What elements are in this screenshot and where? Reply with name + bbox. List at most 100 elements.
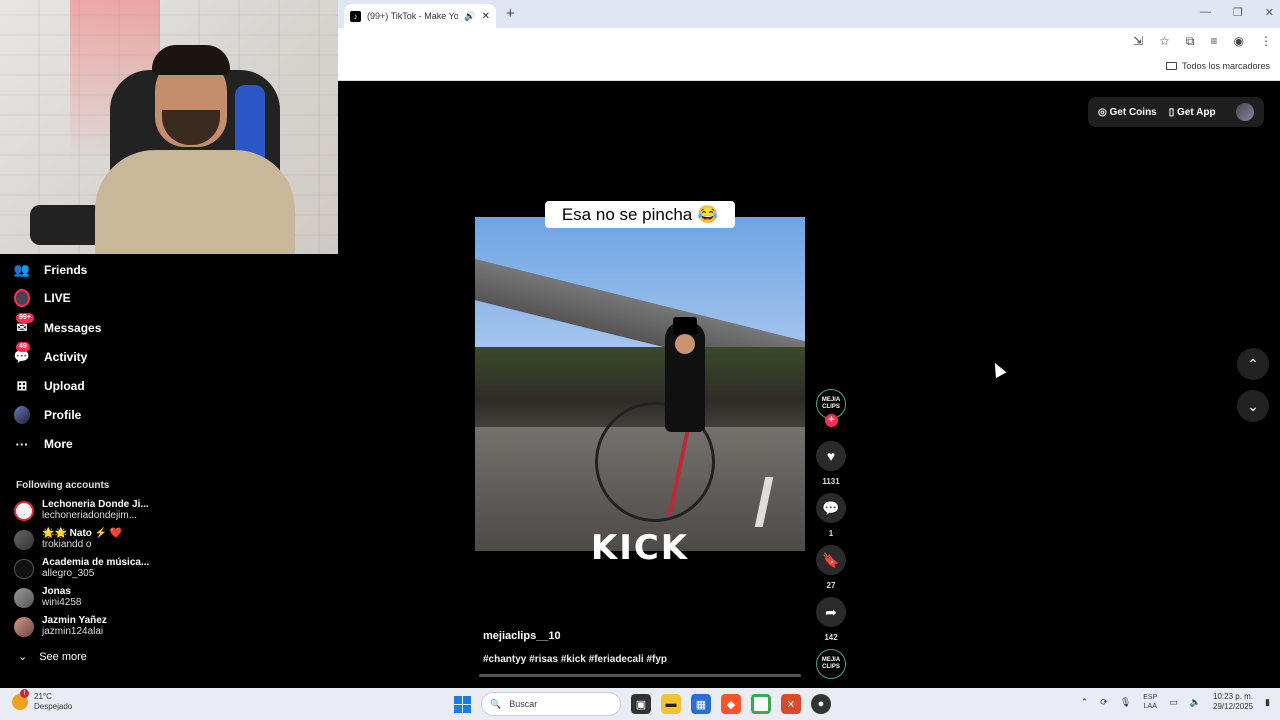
new-tab-button[interactable]: + — [506, 5, 515, 22]
folder-icon — [1165, 62, 1177, 70]
activity-badge: 49 — [16, 342, 30, 352]
screen: ♪ (99+) TikTok - Make Your D... 🔊 ✕ + — … — [0, 0, 1280, 720]
sidebar-item-upload[interactable]: ⊞ Upload — [14, 378, 85, 394]
following-account[interactable]: Jonas wini4258 — [14, 586, 81, 608]
sidebar-item-live[interactable]: LIVE — [14, 289, 71, 307]
friends-icon: 👥 — [13, 262, 31, 277]
weather-widget[interactable]: ! 21°C Despejado — [12, 689, 73, 712]
sidebar-item-label: Activity — [44, 350, 88, 364]
microphone-icon[interactable]: 🎙 — [1120, 697, 1131, 708]
music-disc[interactable]: MEJIA CLIPS — [816, 649, 846, 679]
chevron-up-icon: ⌃ — [1247, 355, 1259, 372]
taskbar-search[interactable]: 🔍 Buscar — [481, 692, 621, 716]
comment-count: 1 — [828, 529, 834, 538]
share-button[interactable]: ➦ — [816, 597, 846, 627]
following-account[interactable]: Lechoneria Donde Ji... lechoneriadondeji… — [14, 499, 149, 521]
account-name: Jonas — [42, 586, 71, 597]
lang-top: ESP — [1143, 694, 1158, 701]
search-placeholder: Buscar — [509, 699, 538, 709]
like-count: 1131 — [822, 477, 840, 486]
messages-badge: 99+ — [16, 313, 34, 323]
bookmark-star-icon[interactable]: ☆ — [1159, 34, 1170, 49]
task-view-icon[interactable]: ▣ — [631, 694, 651, 714]
speaker-icon[interactable]: 🔊 — [464, 11, 475, 22]
lang-bottom: LAA — [1143, 703, 1157, 710]
save-button[interactable]: 🔖 — [816, 545, 846, 575]
account-name: Jazmin Yañez — [42, 615, 107, 626]
minimize-icon[interactable]: — — [1200, 6, 1211, 19]
chrome-icon[interactable] — [751, 694, 771, 714]
see-more-label: See more — [39, 650, 87, 663]
windows-start-icon[interactable] — [454, 695, 471, 713]
video-username[interactable]: mejiaclips__10 — [483, 630, 561, 642]
sidebar-item-activity[interactable]: 💬 49 Activity — [14, 342, 88, 365]
account-username: lechoneriadondejim... — [42, 510, 138, 521]
bookmark-icon: 🔖 — [822, 551, 840, 568]
sidebar-item-label: Profile — [44, 408, 82, 422]
brave-icon[interactable]: ◆ — [721, 694, 741, 714]
like-button[interactable]: ♥ — [816, 441, 846, 471]
sun-icon: ! — [12, 689, 29, 710]
obs-icon[interactable]: ● — [811, 694, 831, 714]
following-account[interactable]: Academia de música... allegro_305 — [14, 557, 149, 579]
avatar — [14, 588, 34, 608]
next-video-button[interactable]: ⌄ — [1237, 390, 1269, 422]
network-icon[interactable]: ▭ — [1169, 697, 1178, 708]
follow-plus-icon[interactable]: + — [825, 414, 838, 427]
save-count: 27 — [826, 581, 836, 590]
user-avatar[interactable] — [1236, 103, 1254, 121]
chevron-down-icon: ⌄ — [1247, 397, 1259, 414]
weather-condition: Despejado — [34, 702, 73, 711]
sidebar-item-label: Upload — [44, 379, 85, 393]
volume-icon[interactable]: 🔈 — [1190, 697, 1201, 708]
account-name: Academia de música... — [42, 557, 150, 568]
window-controls: — ❐ ✕ — [1200, 6, 1274, 19]
install-app-icon[interactable]: ⇲ — [1133, 34, 1143, 49]
browser-menu-icon[interactable]: ⋮ — [1260, 34, 1272, 49]
comment-button[interactable]: 💬 — [816, 493, 846, 523]
account-username: jazmin124alai — [42, 626, 104, 637]
previous-video-button[interactable]: ⌃ — [1237, 348, 1269, 380]
sidebar-item-more[interactable]: ··· More — [14, 436, 73, 452]
language-indicator[interactable]: ESP LAA — [1143, 693, 1157, 711]
system-clock[interactable]: 10:23 p. m. 29/12/2025 — [1213, 692, 1253, 712]
tab-title: (99+) TikTok - Make Your D... — [367, 11, 459, 21]
comment-icon: 💬 — [822, 499, 840, 516]
store-icon[interactable]: ▦ — [691, 694, 711, 714]
restore-icon[interactable]: ❐ — [1233, 6, 1243, 19]
bookmarks-bar: Todos los marcadores — [338, 56, 1280, 81]
app-icon[interactable]: ✕ — [781, 694, 801, 714]
chevron-up-icon[interactable]: ⌃ — [1081, 697, 1089, 708]
account-name: Lechoneria Donde Ji... — [42, 499, 149, 510]
file-explorer-icon[interactable]: ▬ — [661, 694, 681, 714]
browser-tab-tiktok[interactable]: ♪ (99+) TikTok - Make Your D... 🔊 ✕ — [344, 4, 496, 28]
video-caption-overlay: Esa no se pincha 😂 — [545, 201, 735, 228]
sidebar-item-messages[interactable]: ✉ 99+ Messages — [14, 313, 101, 336]
extensions-icon[interactable]: ⧉ — [1186, 34, 1195, 49]
sidebar-item-label: LIVE — [44, 291, 71, 305]
close-tab-icon[interactable]: ✕ — [482, 11, 490, 22]
sidebar-item-profile[interactable]: Profile — [14, 406, 82, 424]
avatar — [14, 530, 34, 550]
following-account[interactable]: Jazmin Yañez jazmin124alai — [14, 615, 107, 637]
video-hashtags[interactable]: #chantyy #risas #kick #feriadecali #fyp — [483, 654, 667, 665]
sync-icon[interactable]: ⟳ — [1100, 697, 1108, 708]
sidebar-item-friends[interactable]: 👥 Friends — [14, 262, 87, 278]
following-account[interactable]: 🌟🌟 Nato ⚡ ❤️ trokiandd o — [14, 528, 122, 550]
search-icon: 🔍 — [490, 698, 502, 709]
tiktok-sidebar: 👥 Friends LIVE ✉ 99+ Messages 💬 49 Activit… — [0, 254, 160, 688]
tiktok-favicon-icon: ♪ — [350, 10, 361, 22]
get-coins-button[interactable]: ◎ Get Coins — [1098, 107, 1157, 118]
get-app-button[interactable]: ▯ Get App — [1169, 107, 1216, 118]
notifications-icon[interactable]: ▮ — [1265, 697, 1270, 708]
profile-avatar-icon[interactable]: ◉ — [1234, 34, 1244, 49]
temperature: 21°C — [34, 692, 52, 701]
see-more-button[interactable]: ⌄ See more — [18, 650, 87, 664]
all-bookmarks-folder[interactable]: Todos los marcadores — [1165, 61, 1270, 71]
close-window-icon[interactable]: ✕ — [1265, 6, 1274, 19]
video-progress-bar[interactable] — [479, 674, 801, 677]
media-controls-icon[interactable]: ≡ — [1211, 34, 1218, 49]
video-player[interactable] — [475, 217, 805, 551]
avatar — [14, 559, 34, 579]
messages-icon: ✉ 99+ — [14, 313, 34, 336]
